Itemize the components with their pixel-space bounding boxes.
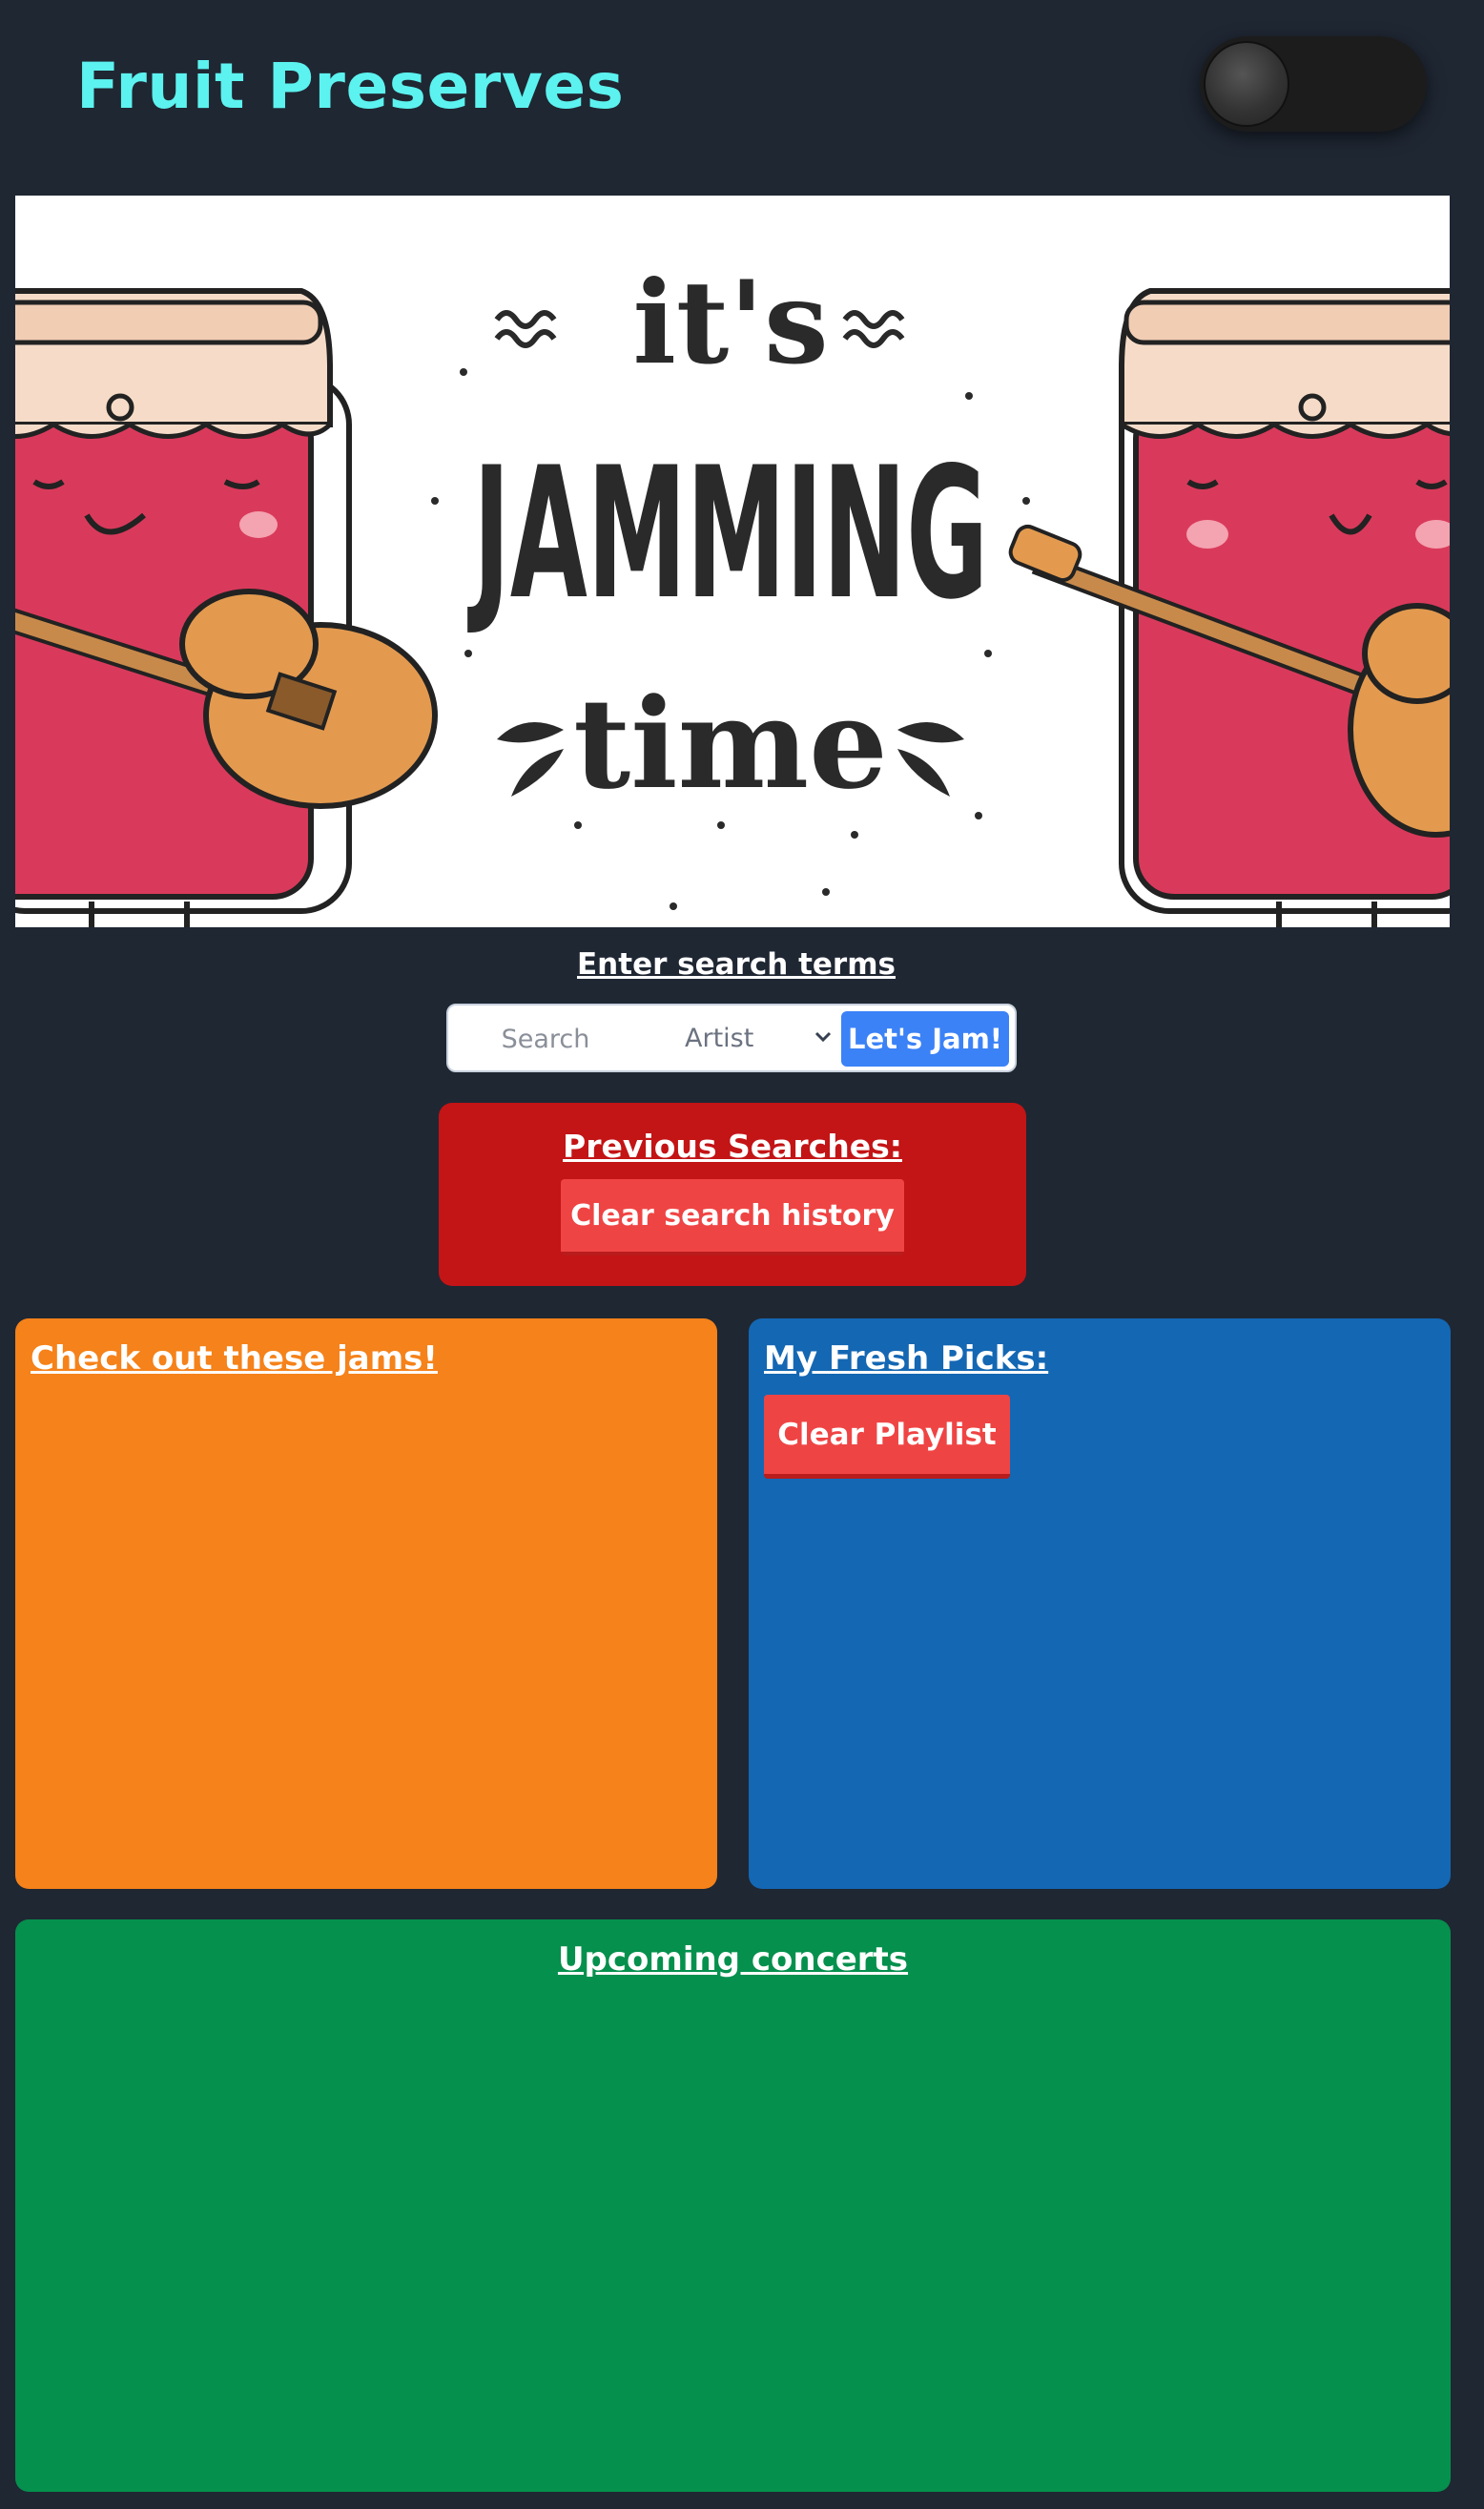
jam-illustration: it's JAMMING time <box>15 256 1450 927</box>
concerts-panel: Upcoming concerts <box>15 1919 1451 2492</box>
banner-line2: JAMMING <box>467 428 988 639</box>
banner-image: it's JAMMING time <box>15 196 1450 927</box>
theme-toggle[interactable] <box>1200 36 1427 132</box>
previous-searches-title: Previous Searches: <box>563 1128 902 1165</box>
clear-history-button[interactable]: Clear search history <box>561 1179 904 1255</box>
banner-line1: it's <box>632 256 828 390</box>
toggle-knob[interactable] <box>1204 41 1289 127</box>
concerts-title: Upcoming concerts <box>557 1940 909 1979</box>
app-title: Fruit Preserves <box>76 50 625 123</box>
search-type-value: Artist <box>685 1023 754 1053</box>
lets-jam-button[interactable]: Let's Jam! <box>841 1011 1009 1067</box>
clear-playlist-button[interactable]: Clear Playlist <box>764 1395 1010 1479</box>
app-header: Fruit Preserves <box>0 0 1484 181</box>
search-input[interactable] <box>462 1013 629 1065</box>
search-label: Enter search terms <box>577 947 896 982</box>
fresh-picks-panel: My Fresh Picks: Clear Playlist <box>749 1318 1451 1889</box>
jams-panel: Check out these jams! <box>15 1318 717 1889</box>
jams-title: Check out these jams! <box>31 1339 438 1378</box>
search-form: Artist Let's Jam! <box>446 1004 1017 1072</box>
previous-searches: Previous Searches: Clear search history <box>439 1103 1026 1286</box>
chevron-down-icon <box>814 1031 832 1043</box>
fresh-picks-title: My Fresh Picks: <box>764 1339 1049 1378</box>
search-type-select[interactable]: Artist <box>649 1013 839 1063</box>
banner-line3: time <box>573 671 888 817</box>
